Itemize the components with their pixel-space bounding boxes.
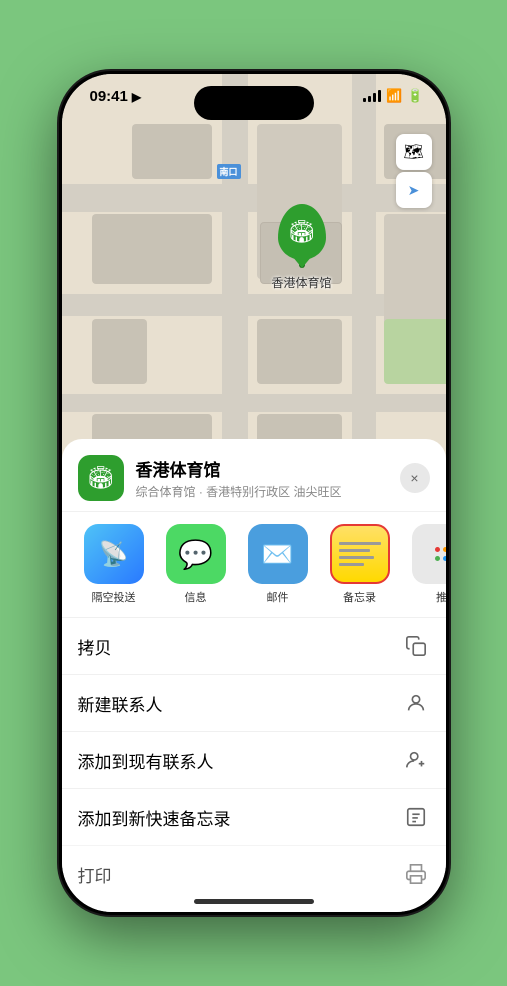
action-copy[interactable]: 拷贝 xyxy=(62,617,446,674)
signal-icon xyxy=(363,90,381,102)
more-label: 推 xyxy=(436,589,446,605)
map-area[interactable]: 南口 🏟 香港体育馆 🗺 ➤ xyxy=(62,74,446,494)
action-new-contact-label: 新建联系人 xyxy=(78,691,402,716)
share-item-mail[interactable]: ✉️ 邮件 xyxy=(242,524,314,605)
new-contact-icon xyxy=(402,689,430,717)
sheet-info: 香港体育馆 综合体育馆 · 香港特别行政区 油尖旺区 xyxy=(136,456,400,500)
map-type-button[interactable]: 🗺 xyxy=(396,134,432,170)
sheet-subtitle: 综合体育馆 · 香港特别行政区 油尖旺区 xyxy=(136,483,400,500)
print-icon xyxy=(402,860,430,888)
airdrop-label: 隔空投送 xyxy=(92,589,136,605)
action-print[interactable]: 打印 xyxy=(62,845,446,902)
sheet-header: 🏟 香港体育馆 综合体育馆 · 香港特别行政区 油尖旺区 × xyxy=(62,439,446,512)
notes-icon xyxy=(330,524,390,584)
location-arrow-icon: ➤ xyxy=(408,182,420,199)
marker-label: 香港体育馆 xyxy=(272,274,332,291)
add-existing-icon xyxy=(402,746,430,774)
share-item-messages[interactable]: 💬 信息 xyxy=(160,524,232,605)
sheet-close-button[interactable]: × xyxy=(400,463,430,493)
mail-icon: ✉️ xyxy=(248,524,308,584)
more-icon xyxy=(412,524,446,584)
sheet-venue-icon: 🏟 xyxy=(78,455,124,501)
venue-emoji: 🏟 xyxy=(87,465,115,491)
action-add-notes-label: 添加到新快速备忘录 xyxy=(78,805,402,830)
battery-icon: 🔋 xyxy=(407,88,423,104)
wifi-icon: 📶 xyxy=(386,88,402,104)
bottom-sheet: 🏟 香港体育馆 综合体育馆 · 香港特别行政区 油尖旺区 × 📡 隔空投送 xyxy=(62,439,446,912)
map-controls: 🗺 ➤ xyxy=(396,134,432,210)
map-type-icon: 🗺 xyxy=(403,142,423,162)
airdrop-icon: 📡 xyxy=(84,524,144,584)
messages-icon: 💬 xyxy=(166,524,226,584)
action-add-existing-label: 添加到现有联系人 xyxy=(78,748,402,773)
marker-pin: 🏟 xyxy=(278,204,326,260)
map-label-badge: 南口 xyxy=(217,164,241,179)
share-item-more[interactable]: 推 xyxy=(406,524,446,605)
stadium-marker[interactable]: 🏟 香港体育馆 xyxy=(272,204,332,291)
dynamic-island xyxy=(194,86,314,120)
stadium-icon: 🏟 xyxy=(288,219,316,245)
share-item-notes[interactable]: 备忘录 xyxy=(324,524,396,605)
share-row: 📡 隔空投送 💬 信息 ✉️ 邮件 xyxy=(62,512,446,617)
action-copy-label: 拷贝 xyxy=(78,634,402,659)
action-add-notes[interactable]: 添加到新快速备忘录 xyxy=(62,788,446,845)
action-new-contact[interactable]: 新建联系人 xyxy=(62,674,446,731)
status-time: 09:41 xyxy=(90,88,128,105)
location-button[interactable]: ➤ xyxy=(396,172,432,208)
home-indicator xyxy=(194,899,314,904)
sheet-title: 香港体育馆 xyxy=(136,456,400,481)
map-label-nankou: 南口 xyxy=(217,164,241,179)
notes-label: 备忘录 xyxy=(343,589,376,605)
mail-label: 邮件 xyxy=(267,589,289,605)
location-icon: ▶ xyxy=(132,90,141,104)
messages-label: 信息 xyxy=(185,589,207,605)
action-add-existing[interactable]: 添加到现有联系人 xyxy=(62,731,446,788)
action-print-label: 打印 xyxy=(78,862,402,887)
copy-icon xyxy=(402,632,430,660)
share-item-airdrop[interactable]: 📡 隔空投送 xyxy=(78,524,150,605)
add-notes-icon xyxy=(402,803,430,831)
phone-frame: 09:41 ▶ 📶 🔋 xyxy=(59,71,449,915)
status-icons: 📶 🔋 xyxy=(363,88,423,104)
